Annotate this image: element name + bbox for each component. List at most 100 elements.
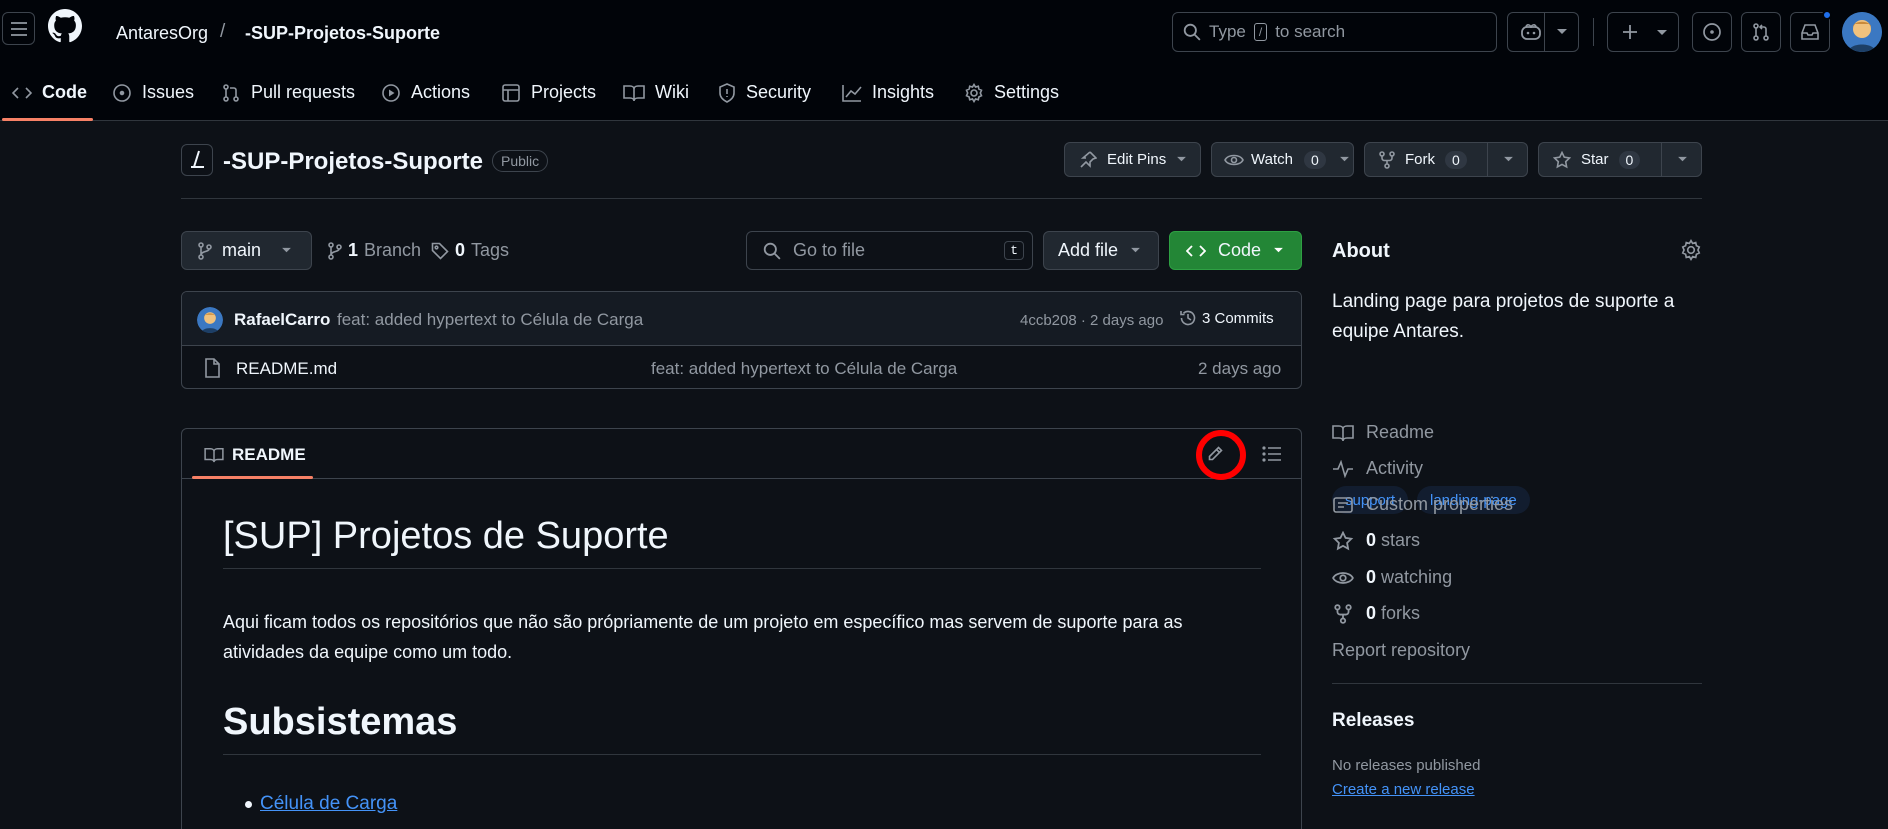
chevron-down-icon [1504,156,1513,162]
report-repository-link[interactable]: Report repository [1332,640,1470,661]
tab-label: Pull requests [251,82,356,102]
github-logo[interactable] [48,9,82,43]
tab-projects[interactable]: Projects [501,64,596,121]
readme-link-label: Readme [1366,422,1435,442]
file-commit-message[interactable]: feat: added hypertext to Célula de Carga [651,359,957,379]
tab-code[interactable]: Code [12,64,87,121]
readme-tab-underline [192,476,313,479]
outline-button[interactable] [1254,438,1290,470]
commit-author[interactable]: RafaelCarro [234,310,330,330]
fork-icon [1334,603,1352,624]
sidebar-divider [1332,683,1702,684]
star-count: 0 [1618,150,1641,169]
antares-logo-icon [191,150,204,168]
breadcrumb-repo[interactable]: -SUP-Projetos-Suporte [245,23,440,44]
copilot-button[interactable] [1507,12,1579,52]
search-icon [763,242,781,260]
fork-count: 0 [1445,150,1467,169]
tab-pull-requests[interactable]: Pull requests [221,64,355,121]
edit-pins-button[interactable]: Edit Pins [1064,142,1201,177]
header-divider [1593,18,1594,46]
repo-title[interactable]: -SUP-Projetos-Suporte [223,148,483,176]
file-table: RafaelCarro feat: added hypertext to Cél… [181,291,1302,389]
commit-message[interactable]: feat: added hypertext to Célula de Carga [337,310,643,330]
star-button[interactable]: Star 0 [1538,142,1702,177]
go-to-file-input[interactable]: Go to file t [746,231,1033,270]
inbox-icon [1801,24,1819,40]
file-name[interactable]: README.md [236,359,337,379]
main-content: -SUP-Projetos-Suporte Public Edit Pins W… [0,121,1888,829]
forks-label: forks [1381,603,1421,623]
commit-author-avatar[interactable] [197,307,223,333]
avatar[interactable] [1842,12,1882,52]
branch-name: main [222,240,262,260]
forks-count: 0 [1366,603,1377,623]
graph-icon [842,84,862,102]
watching-label: watching [1381,567,1453,587]
tab-settings[interactable]: Settings [964,64,1059,121]
eye-icon [1332,571,1354,584]
tag-icon [431,242,449,260]
commits-link[interactable]: 3 Commits [1179,309,1274,327]
highlight-ring [1196,430,1246,480]
forks-link[interactable]: 0 forks [1332,603,1420,624]
branches-link[interactable]: 1 Branch [328,240,421,261]
chevron-down-icon [1177,156,1187,162]
file-age: 2 days ago [1198,359,1282,378]
pin-icon [1080,150,1097,168]
tab-security[interactable]: Security [718,64,811,121]
fork-button[interactable]: Fork 0 [1364,142,1528,177]
releases-title[interactable]: Releases [1332,710,1414,732]
code-icon [1186,244,1206,257]
pull-request-icon [223,83,239,102]
add-file-button[interactable]: Add file [1043,231,1159,270]
pulse-icon [1333,459,1353,478]
note-icon [1333,496,1353,513]
stars-label: stars [1381,530,1421,550]
file-row[interactable]: README.md feat: added hypertext to Célul… [182,346,1301,388]
tab-actions[interactable]: Actions [381,64,470,121]
repo-avatar[interactable] [181,144,213,176]
watch-count: 0 [1303,150,1326,169]
tag-count: 0 [455,240,466,260]
chevron-down-icon [1339,156,1349,162]
stars-link[interactable]: 0 stars [1332,530,1420,551]
tab-wiki[interactable]: Wiki [623,64,689,121]
pull-requests-button[interactable] [1741,12,1781,52]
star-icon [1332,530,1354,550]
tab-insights[interactable]: Insights [842,64,934,121]
create-release-link[interactable]: Create a new release [1332,781,1475,798]
latest-commit-bar: RafaelCarro feat: added hypertext to Cél… [182,292,1301,346]
readme-link-celula-de-carga[interactable]: Célula de Carga [260,793,397,815]
code-download-button[interactable]: Code [1169,231,1302,270]
tab-issues[interactable]: Issues [112,64,194,121]
user-avatar-icon [197,307,223,333]
create-new-button[interactable] [1607,12,1679,52]
menu-button[interactable] [2,12,35,45]
issues-button[interactable] [1692,12,1732,52]
readme-heading-1: [SUP] Projetos de Suporte [223,515,1261,569]
custom-properties-link[interactable]: Custom properties [1332,494,1513,515]
stars-count: 0 [1366,530,1377,550]
readme-heading-2: Subsistemas [223,701,1261,755]
notification-dot [1822,10,1832,20]
github-icon [48,9,82,43]
fork-label: Fork [1405,151,1435,168]
about-settings-button[interactable] [1680,239,1704,263]
readme-tab[interactable]: README [204,445,306,465]
branch-select-button[interactable]: main [181,231,312,270]
watch-button[interactable]: Watch 0 [1211,142,1354,177]
copilot-icon [1521,24,1541,40]
tab-label: Insights [872,82,935,102]
book-icon [1332,424,1354,441]
commit-meta[interactable]: 4ccb208 · 2 days ago [1020,312,1163,329]
breadcrumb-owner[interactable]: AntaresOrg [116,23,208,44]
watching-link[interactable]: 0 watching [1332,567,1452,588]
eye-icon [1224,154,1244,165]
tags-link[interactable]: 0 Tags [431,240,509,261]
search-input[interactable]: Type / to search [1172,12,1497,52]
readme-link[interactable]: Readme [1332,422,1434,443]
history-icon [1180,310,1196,326]
activity-link[interactable]: Activity [1332,458,1423,479]
branch-label: Branch [364,240,422,260]
